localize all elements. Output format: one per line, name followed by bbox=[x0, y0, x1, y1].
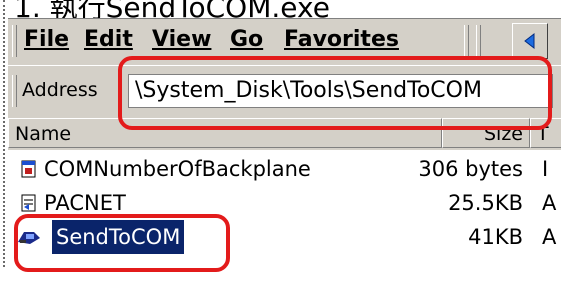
menu-file-label: File bbox=[24, 27, 70, 52]
menu-edit[interactable]: Edit bbox=[84, 27, 133, 52]
menu-go[interactable]: Go bbox=[230, 27, 263, 52]
application-file-icon bbox=[21, 194, 36, 212]
back-arrow-icon bbox=[520, 31, 540, 51]
file-type: A bbox=[542, 225, 557, 249]
menu-favorites[interactable]: Favorites bbox=[284, 27, 399, 52]
address-label: Address bbox=[22, 79, 98, 101]
script-file-icon bbox=[21, 160, 36, 178]
menu-go-label: Go bbox=[230, 27, 264, 52]
address-highlight-box bbox=[118, 56, 552, 130]
file-size: 41KB bbox=[468, 225, 523, 249]
file-name: COMNumberOfBackplane bbox=[44, 157, 311, 181]
file-size: 25.5KB bbox=[448, 191, 523, 215]
menu-file[interactable]: File bbox=[24, 27, 69, 52]
list-item-comnumberofbackplane[interactable]: COMNumberOfBackplane 306 bytes I bbox=[8, 152, 561, 186]
menu-view[interactable]: View bbox=[152, 27, 211, 52]
menu-edit-label: Edit bbox=[84, 27, 133, 52]
menu-view-label: View bbox=[152, 27, 212, 52]
menu-favorites-label: Favorites bbox=[284, 27, 399, 52]
file-type: A bbox=[542, 191, 557, 215]
toolbar-grip[interactable] bbox=[12, 25, 17, 57]
file-type: I bbox=[542, 157, 549, 181]
file-highlight-box bbox=[14, 214, 230, 272]
address-grip[interactable] bbox=[12, 75, 17, 107]
back-button[interactable] bbox=[512, 23, 548, 59]
toolbar-grip-3[interactable] bbox=[476, 25, 481, 57]
page-dotted-border bbox=[3, 0, 5, 267]
file-size: 306 bytes bbox=[418, 157, 523, 181]
toolbar-grip-2[interactable] bbox=[464, 25, 469, 57]
